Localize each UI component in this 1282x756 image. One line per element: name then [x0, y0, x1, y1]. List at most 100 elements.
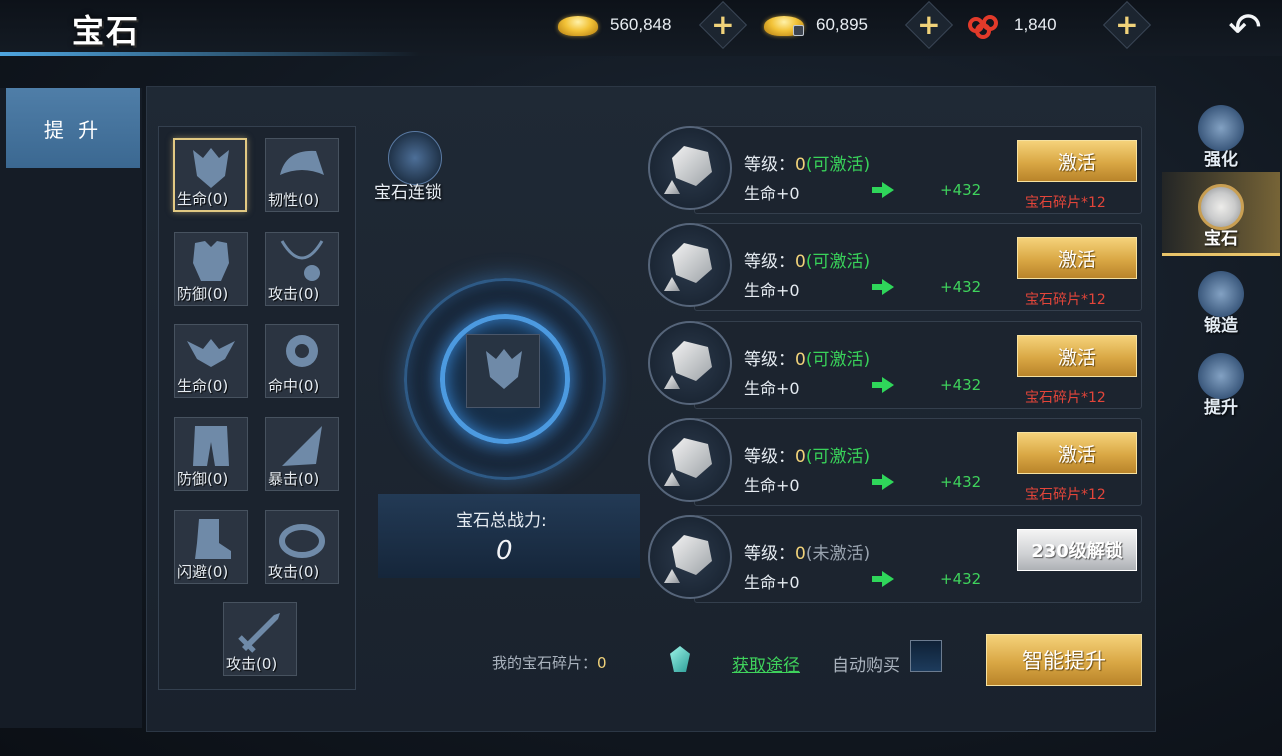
slot-label: 攻击(0) [226, 655, 278, 673]
gem-socket[interactable] [648, 418, 732, 502]
auto-buy-checkbox[interactable] [910, 640, 942, 672]
gem-cost: 宝石碎片*12 [1025, 195, 1106, 211]
slot-leggings[interactable]: 防御(0) [174, 417, 248, 491]
slot-shoulder[interactable]: 韧性(0) [265, 138, 339, 212]
gem-chain-label: 宝石连锁 [374, 183, 442, 203]
forge-icon [1198, 271, 1244, 317]
gem-power-value: 0 [496, 536, 513, 566]
gem-socket[interactable] [648, 515, 732, 599]
gem-icon [1198, 184, 1244, 230]
nav-forge[interactable]: 锻造 [1162, 256, 1280, 340]
slot-label: 暴击(0) [268, 470, 320, 488]
slot-label: 闪避(0) [177, 563, 229, 581]
gem-level: 等级：0(可激活) [744, 350, 871, 370]
fragments-value: 0 [597, 654, 607, 672]
slot-helmet[interactable]: 生命(0) [173, 138, 247, 212]
gem-shard-icon [664, 277, 680, 291]
back-arrow-icon: ↶ [1228, 5, 1262, 51]
currency-bound-gold: 60,895 + [764, 0, 954, 50]
gem-status: (可激活) [805, 252, 871, 272]
boots-icon [195, 519, 231, 559]
gem-cost: 宝石碎片*12 [1025, 487, 1106, 503]
gem-shard-icon [664, 569, 680, 583]
slot-belt[interactable]: 生命(0) [174, 324, 248, 398]
slot-armor[interactable]: 防御(0) [174, 232, 248, 306]
slot-necklace[interactable]: 攻击(0) [265, 232, 339, 306]
slot-sword[interactable]: 攻击(0) [223, 602, 297, 676]
arrow-right-icon [872, 474, 894, 490]
activate-button[interactable]: 激活 [1017, 140, 1137, 182]
gold-ingot-icon [558, 12, 602, 38]
shoulder-icon [280, 150, 324, 175]
smart-upgrade-button[interactable]: 智能提升 [986, 634, 1142, 686]
currency-gold: 560,848 + [558, 0, 748, 50]
slot-boots[interactable]: 闪避(0) [174, 510, 248, 584]
gem-shard-icon [664, 472, 680, 486]
currency-bound-gold-value: 60,895 [816, 15, 868, 34]
gem-power-label: 宝石总战力: [456, 511, 547, 531]
currency-knot: 1,840 + [966, 0, 1152, 50]
slot-ring[interactable]: 攻击(0) [265, 510, 339, 584]
gem-hp: 生命+0 [744, 184, 800, 203]
gem-bonus: +432 [940, 473, 982, 491]
blade-icon [282, 426, 322, 466]
enhance-icon [1198, 105, 1244, 151]
gem-level: 等级：0(未激活) [744, 544, 871, 564]
activate-button[interactable]: 激活 [1017, 432, 1137, 474]
gem-socket[interactable] [648, 223, 732, 307]
helmet-icon [193, 148, 229, 188]
activate-button[interactable]: 激活 [1017, 335, 1137, 377]
leggings-icon [193, 426, 229, 466]
gem-socket[interactable] [648, 321, 732, 405]
unlock-level-button[interactable]: 230级解锁 [1017, 529, 1137, 571]
upgrade-icon [1198, 353, 1244, 399]
auto-buy-label: 自动购买 [832, 656, 900, 676]
red-knot-icon [966, 11, 1006, 39]
gem-stone-icon [672, 243, 712, 283]
currency-gold-value: 560,848 [610, 15, 672, 34]
nav-gem[interactable]: 宝石 [1162, 172, 1280, 256]
currency-knot-value: 1,840 [1014, 15, 1057, 34]
gem-stone-icon [672, 146, 712, 186]
selected-equipment-slot [466, 334, 540, 408]
necklace-icon [280, 240, 324, 281]
slot-label: 韧性(0) [268, 191, 320, 209]
gem-hp: 生命+0 [744, 573, 800, 592]
slot-label: 生命(0) [177, 377, 229, 395]
get-source-link[interactable]: 获取途径 [732, 651, 800, 676]
gem-hp: 生命+0 [744, 281, 800, 300]
gem-chain-icon[interactable] [388, 131, 442, 185]
gem-bonus: +432 [940, 376, 982, 394]
slot-blade[interactable]: 暴击(0) [265, 417, 339, 491]
arrow-right-icon [872, 182, 894, 198]
gem-hp: 生命+0 [744, 476, 800, 495]
gem-shard-icon [664, 375, 680, 389]
slot-label: 攻击(0) [268, 563, 320, 581]
armor-icon [193, 241, 229, 281]
gem-bonus: +432 [940, 570, 982, 588]
gem-cost: 宝石碎片*12 [1025, 292, 1106, 308]
slot-label: 防御(0) [177, 285, 229, 303]
back-button[interactable]: ↶ [1220, 5, 1270, 51]
tab-upgrade[interactable]: 提 升 [6, 88, 140, 168]
gem-socket[interactable] [648, 126, 732, 210]
activate-button[interactable]: 激活 [1017, 237, 1137, 279]
gem-status: (可激活) [805, 350, 871, 370]
gem-stone-icon [672, 535, 712, 575]
gem-cost: 宝石碎片*12 [1025, 390, 1106, 406]
gem-status: (可激活) [805, 155, 871, 175]
belt-icon [187, 339, 235, 367]
slot-label: 防御(0) [177, 470, 229, 488]
slot-bracer[interactable]: 命中(0) [265, 324, 339, 398]
gem-status: (未激活) [805, 544, 871, 564]
page-title: 宝石 [72, 12, 141, 50]
helmet-icon [486, 349, 522, 389]
nav-upgrade[interactable]: 提升 [1162, 338, 1280, 422]
arrow-right-icon [872, 571, 894, 587]
fragments-label: 我的宝石碎片：0 [492, 654, 607, 672]
slot-label: 生命(0) [177, 190, 229, 208]
gem-stone-icon [672, 438, 712, 478]
nav-enhance[interactable]: 强化 [1162, 90, 1280, 174]
ring-icon [279, 524, 325, 558]
bound-gold-ingot-icon [764, 12, 808, 38]
